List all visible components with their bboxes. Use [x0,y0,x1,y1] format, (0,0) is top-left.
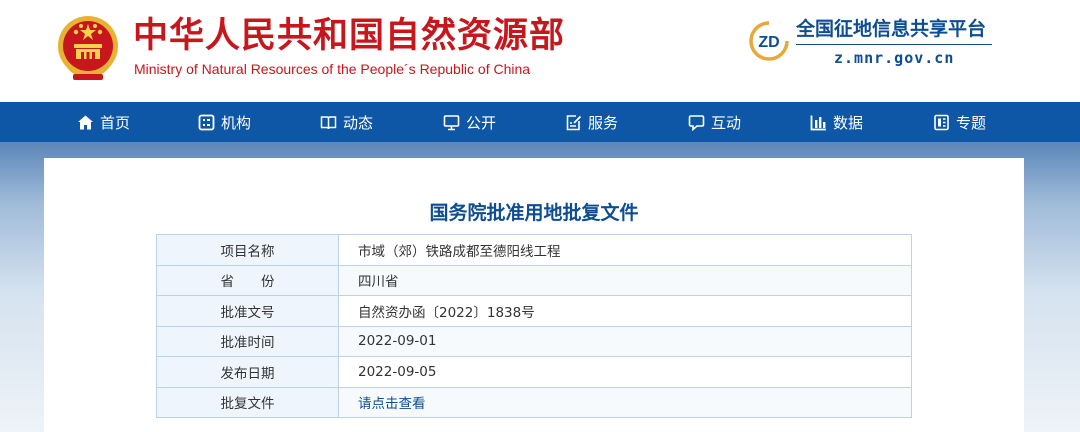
nav-item-topic[interactable]: 专题 [933,102,986,142]
chat-icon [688,114,705,131]
nav-item-service[interactable]: 服务 [565,102,618,142]
nav-label: 首页 [100,113,131,132]
row-label: 批准文号 [156,295,339,327]
table-row: 批准文号 自然资办函〔2022〕1838号 [156,295,912,327]
approval-info-table: 项目名称 市域（郊）铁路成都至德阳线工程 省 份 四川省 批准文号 自然资办函〔… [156,234,912,418]
org-icon [198,114,215,130]
nav-item-public[interactable]: 公开 [443,102,496,142]
table-row: 省 份 四川省 [156,264,912,296]
nav-item-data[interactable]: 数据 [810,102,863,142]
table-row: 批复文件 请点击查看 [156,386,912,418]
main-nav: 首页 机构 动态 公开 服务 互动 数据 专题 [0,102,1080,142]
project-name-value: 市域（郊）铁路成都至德阳线工程 [338,234,912,266]
national-emblem-icon[interactable] [55,14,121,82]
ministry-title-en[interactable]: Ministry of Natural Resources of the Peo… [134,61,530,77]
approval-number-value: 自然资办函〔2022〕1838号 [338,295,912,327]
document-title: 国务院批准用地批复文件 [429,202,639,224]
monitor-icon [443,114,460,130]
zd-logo-text: ZD [758,34,779,51]
edit-doc-icon [566,114,582,130]
platform-divider [796,44,992,45]
approval-date-value: 2022-09-01 [338,325,912,357]
nav-item-news[interactable]: 动态 [320,102,373,142]
row-label: 批复文件 [156,386,339,418]
ministry-title-cn[interactable]: 中华人民共和国自然资源部 [133,16,565,56]
nav-label: 动态 [343,113,374,132]
publish-date-value: 2022-09-05 [338,356,912,388]
nav-item-org[interactable]: 机构 [198,102,251,142]
topic-icon [934,114,949,130]
home-icon [78,115,93,129]
nav-label: 公开 [466,113,497,132]
zd-logo-icon[interactable]: ZD [748,20,790,62]
nav-label: 专题 [956,113,987,132]
table-row: 项目名称 市域（郊）铁路成都至德阳线工程 [156,234,912,266]
nav-label: 机构 [221,113,252,132]
book-icon [320,115,337,129]
platform-title[interactable]: 全国征地信息共享平台 [796,17,986,41]
bar-chart-icon [810,115,826,130]
site-header: 中华人民共和国自然资源部 Ministry of Natural Resourc… [0,0,1080,102]
nav-label: 数据 [833,113,864,132]
view-document-link[interactable]: 请点击查看 [338,386,912,418]
row-label: 省 份 [156,264,339,296]
row-label: 批准时间 [156,325,339,357]
row-label: 项目名称 [156,234,339,266]
table-row: 批准时间 2022-09-01 [156,325,912,357]
table-row: 发布日期 2022-09-05 [156,356,912,388]
row-label: 发布日期 [156,356,339,388]
nav-label: 服务 [588,113,619,132]
nav-label: 互动 [711,113,742,132]
nav-item-home[interactable]: 首页 [77,102,130,142]
province-value: 四川省 [338,264,912,296]
nav-item-interact[interactable]: 互动 [688,102,741,142]
platform-url[interactable]: z.mnr.gov.cn [834,48,954,68]
